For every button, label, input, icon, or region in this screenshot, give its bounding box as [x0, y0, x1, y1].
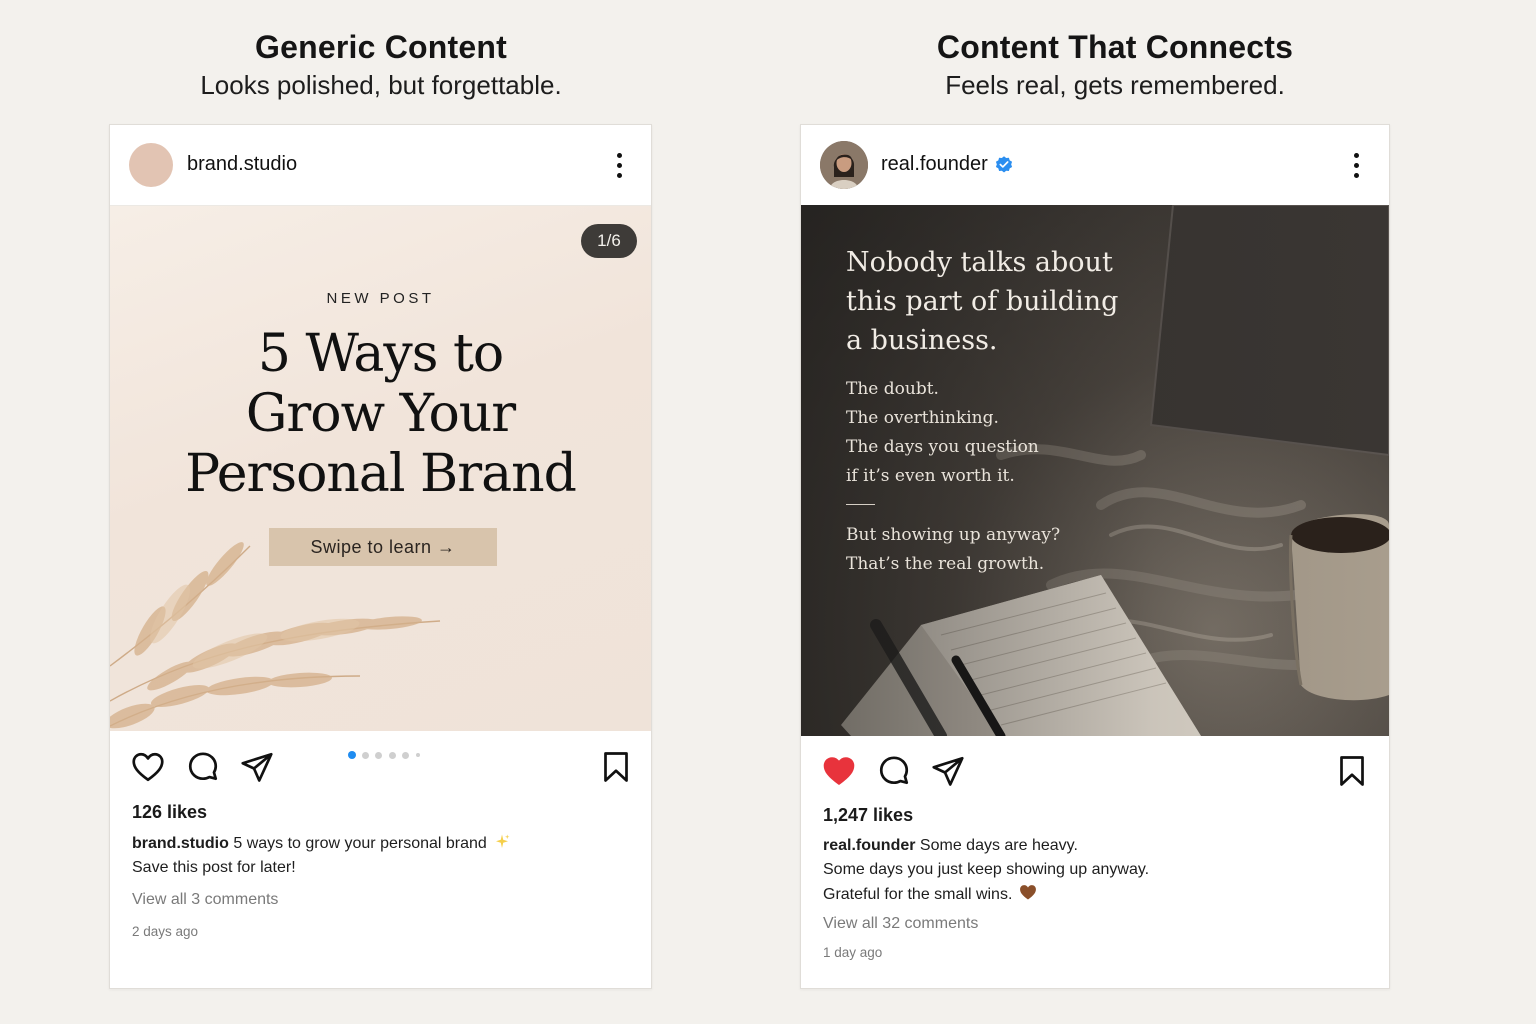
headline-line: Grow Your	[245, 384, 516, 444]
caption-username[interactable]: brand.studio	[132, 835, 229, 852]
caption-text: Save this post for later!	[132, 859, 296, 876]
avatar[interactable]	[820, 141, 868, 189]
quote-closing: But showing up anyway? That’s the real g…	[846, 521, 1106, 579]
slide-counter-badge: 1/6	[581, 224, 637, 258]
headline-line: Personal Brand	[185, 444, 577, 504]
like-count[interactable]: 1,247 likes	[823, 805, 913, 826]
quote-title-line: this part of building	[846, 286, 1119, 317]
carousel-dot	[415, 753, 420, 757]
quote-divider	[846, 504, 875, 505]
avatar-portrait	[820, 141, 868, 189]
heading-title: Content That Connects	[936, 29, 1294, 65]
view-comments-link[interactable]: View all 32 comments	[823, 915, 978, 933]
username[interactable]: brand.studio	[187, 153, 297, 176]
bookmark-icon[interactable]	[1334, 753, 1370, 789]
post-timestamp: 1 day ago	[823, 945, 883, 960]
caption-text: 5 ways to grow your personal brand	[233, 835, 487, 852]
post-media[interactable]: Nobody talks about this part of building…	[801, 205, 1389, 736]
quote-body: The doubt. The overthinking. The days yo…	[846, 375, 1106, 491]
heart-filled-icon[interactable]	[821, 753, 857, 789]
heading-subtitle: Feels real, gets remembered.	[945, 70, 1285, 100]
caption-text: Some days you just keep showing up anywa…	[823, 861, 1150, 878]
quote-line: The overthinking.	[846, 408, 999, 428]
more-options-icon[interactable]	[609, 151, 629, 181]
post-media[interactable]: 1/6 NEW POST 5 Ways to Grow Your Persona…	[110, 206, 651, 731]
post-caption: brand.studio 5 ways to grow your persona…	[132, 832, 652, 880]
quote-line: The doubt.	[846, 379, 939, 399]
heading-subtitle: Looks polished, but forgettable.	[200, 70, 562, 100]
new-post-kicker: NEW POST	[326, 290, 435, 307]
swipe-to-learn-button[interactable]: Swipe to learn →	[269, 528, 497, 566]
quote-title-line: a business.	[846, 325, 998, 356]
heading-title: Generic Content	[255, 29, 507, 65]
like-count[interactable]: 126 likes	[132, 802, 207, 823]
quote-line: The days you question	[846, 437, 1039, 457]
sparkles-icon	[495, 834, 510, 848]
heart-icon[interactable]	[130, 749, 166, 785]
connecting-content-heading: Content That Connects Feels real, gets r…	[800, 28, 1430, 102]
quote-title-line: Nobody talks about	[846, 247, 1113, 278]
post-card-connecting: real.founder Nobody talks about this par…	[800, 124, 1390, 989]
caption-text: Grateful for the small wins.	[823, 886, 1013, 903]
brown-heart-icon	[1020, 885, 1037, 900]
post-header: real.founder	[801, 125, 1389, 206]
quote-line: That’s the real growth.	[846, 554, 1045, 574]
generic-content-heading: Generic Content Looks polished, but forg…	[110, 28, 652, 102]
post-headline: 5 Ways to Grow Your Personal Brand	[110, 324, 651, 504]
carousel-dot	[361, 751, 369, 759]
carousel-dot	[388, 751, 396, 759]
post-card-generic: brand.studio 1/6 NEW POST 5 Ways to Grow…	[109, 124, 652, 989]
comment-icon[interactable]	[876, 753, 912, 789]
avatar[interactable]	[129, 143, 173, 187]
send-icon[interactable]	[239, 749, 275, 785]
quote-title: Nobody talks about this part of building…	[846, 243, 1146, 360]
carousel-dot-active	[348, 751, 356, 759]
view-comments-link[interactable]: View all 3 comments	[132, 891, 278, 909]
carousel-indicator	[348, 751, 428, 761]
post-timestamp: 2 days ago	[132, 924, 199, 939]
post-header: brand.studio	[110, 125, 651, 206]
quote-line: But showing up anyway?	[846, 525, 1061, 545]
carousel-dot	[402, 751, 409, 759]
carousel-dot	[375, 751, 382, 759]
comment-icon[interactable]	[185, 749, 221, 785]
headline-line: 5 Ways to	[257, 324, 504, 384]
verified-badge-icon	[995, 156, 1013, 173]
more-options-icon[interactable]	[1346, 151, 1366, 181]
username[interactable]: real.founder	[881, 153, 988, 176]
post-caption: real.founder Some days are heavy. Some d…	[823, 834, 1343, 907]
quote-line: if it’s even worth it.	[846, 466, 1015, 486]
send-icon[interactable]	[930, 753, 966, 789]
bookmark-icon[interactable]	[598, 749, 634, 785]
caption-username[interactable]: real.founder	[823, 837, 915, 854]
caption-text: Some days are heavy.	[919, 837, 1078, 854]
